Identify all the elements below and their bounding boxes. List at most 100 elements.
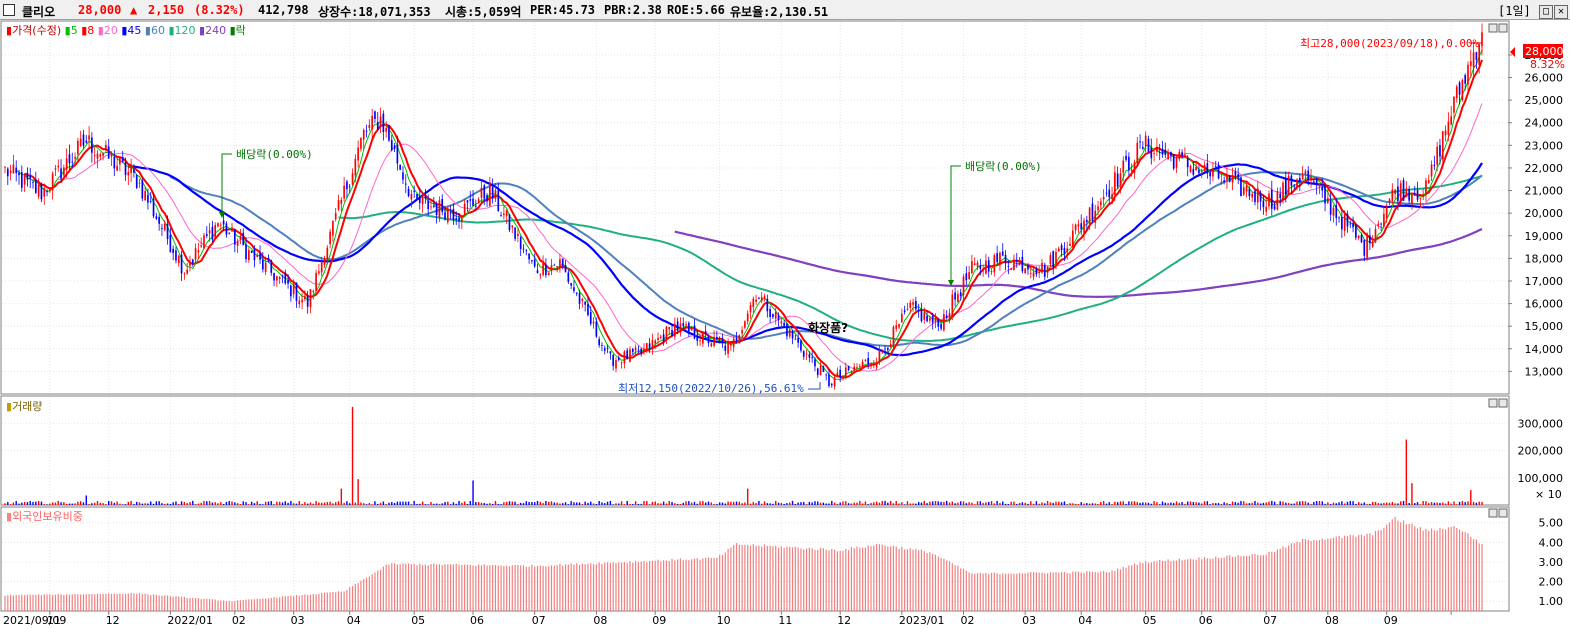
volume-bar [1178,502,1181,505]
price-candle [1268,190,1270,210]
price-panel-buttons[interactable] [1488,23,1508,33]
price-candle [225,221,228,238]
foreign-ratio-bar [825,549,827,611]
foreign-ratio-bar [1089,571,1091,611]
foreign-ratio-bar [447,564,449,611]
foreign-ratio-bar [1100,571,1102,611]
volume-bar [769,503,771,505]
foreign-ratio-bar [517,565,519,611]
foreign-ratio-bar [1316,540,1318,611]
foreign-ratio-bar [211,599,213,611]
foreign-ratio-bar [724,552,726,611]
foreign-ratio-bar [88,594,90,611]
foreign-ratio-bar [127,593,129,611]
foreign-ratio-bar [1052,572,1054,611]
foreign-ratio-bar [965,570,967,611]
foreign-ratio-bar [581,563,583,611]
volume-bar [326,502,329,505]
volume-bar [819,502,822,505]
period-selector[interactable]: [1일] [1498,4,1531,18]
price-candle [1450,105,1453,126]
foreign-ratio-bar [478,564,480,611]
foreign-ratio-bar [1380,530,1382,611]
volume-bar [522,503,525,505]
foreign-ratio-bar [357,583,359,611]
foreign-ratio-bar [1293,543,1295,611]
stock-name: 클리오 [22,5,56,19]
foreign-ratio-bar [371,574,373,611]
volume-bar [399,501,401,505]
volume-bar [371,504,373,505]
price-legend: ▮가격(수정) ▮5 ▮8 ▮20 ▮45 ▮60 ▮120 ▮240 ▮락 [6,24,246,37]
close-icon[interactable]: ✕ [1554,4,1568,19]
price-candle [197,242,200,260]
price-candle [971,254,973,275]
price-candle [788,326,791,339]
volume-panel-buttons[interactable] [1488,398,1508,408]
price-candle [276,275,278,287]
price-candle [550,258,553,275]
volume-bar [1206,501,1209,505]
price-candle [962,273,965,302]
foreign-ratio-bar [1181,560,1183,611]
price-candle [1416,181,1419,203]
foreign-ratio-bar [1189,558,1192,611]
foreign-ratio-bar [178,596,180,611]
foreign-ratio-bar [777,547,780,611]
foreign-ratio-bar [455,563,457,611]
foreign-ratio-bar [444,564,446,611]
foreign-ratio-bar [21,594,23,611]
foreign-ratio-bar [1402,520,1405,611]
foreign-ratio-bar [847,550,850,611]
volume-bar [1458,501,1461,505]
volume-bar [217,503,219,505]
volume-bar [1388,502,1391,505]
volume-bar [93,502,96,505]
volume-bar [1044,503,1046,505]
foreign-ratio-bar [531,564,533,611]
foreign-ratio-bar [301,595,303,611]
volume-bar [256,501,258,505]
maximize-icon[interactable]: □ [1539,4,1553,19]
volume-bar [960,501,962,505]
price-candle [6,167,9,186]
volume-bar [133,504,135,505]
price-candle [623,350,626,369]
price-candle [449,205,452,220]
foreign-ratio-bar [1349,534,1351,611]
volume-bar [808,501,811,505]
foreign-ratio-bar [615,563,617,611]
foreign-ratio-bar [1447,527,1449,611]
foreign-ratio-bar [295,595,298,611]
volume-bar [1245,503,1248,505]
foreign-ratio-bar [410,564,412,611]
volume-bar [40,501,43,505]
price-candle [388,124,390,142]
foreign-ratio-bar [108,593,110,611]
volume-bar [704,502,707,505]
foreign-ratio-bar [349,587,351,611]
volume-bar [1189,501,1192,505]
select-checkbox[interactable] [3,4,15,16]
foreign-ratio-bar [343,591,345,611]
price-candle [1099,198,1102,210]
volume-bar [1215,503,1217,505]
foreign-ratio-bar [354,583,356,611]
volume-bar [458,500,460,505]
volume-bar [466,504,469,505]
foreign-ratio-bar [1478,543,1480,611]
foreign-panel-buttons[interactable] [1488,508,1508,518]
foreign-ratio-bar [660,561,662,611]
price-axis-tick: 17,000 [1525,275,1564,288]
volume-bar [351,406,354,505]
volume-bar [1248,503,1251,505]
foreign-ratio-bar [116,593,118,611]
price-candle [758,297,760,300]
volume-bar [1360,503,1363,505]
volume-bar [124,504,127,505]
price-candle [620,361,623,369]
foreign-ratio-bar [1083,572,1085,611]
price-candle [424,188,427,204]
volume-bar [147,503,149,505]
foreign-ratio-bar [18,595,20,611]
